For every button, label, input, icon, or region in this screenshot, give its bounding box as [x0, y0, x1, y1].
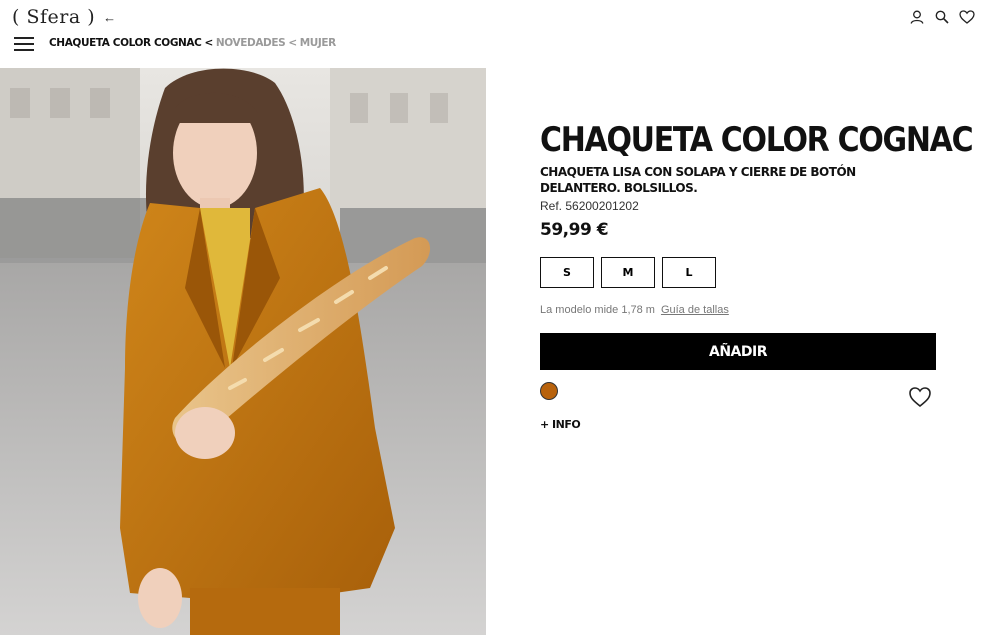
product-title: CHAQUETA COLOR COGNAC: [540, 120, 974, 161]
product-reference: Ref. 56200201202: [540, 199, 639, 213]
size-guide-link[interactable]: Guía de tallas: [661, 304, 729, 316]
breadcrumb-current: CHAQUETA COLOR COGNAC: [49, 37, 202, 49]
hamburger-menu-icon[interactable]: [14, 37, 34, 51]
model-height-text: La modelo mide 1,78 m: [540, 304, 655, 316]
size-l-button[interactable]: L: [662, 257, 716, 288]
user-icon[interactable]: [908, 8, 925, 25]
product-photo-illustration: [0, 68, 486, 635]
search-icon[interactable]: [933, 8, 950, 25]
product-photo[interactable]: [0, 68, 486, 635]
breadcrumb-mujer[interactable]: MUJER: [300, 37, 337, 49]
logo[interactable]: ( Sfera ) ←: [12, 3, 116, 31]
breadcrumb-separator: <: [204, 37, 213, 49]
heart-icon[interactable]: [958, 8, 975, 25]
logo-text: ( Sfera ): [12, 6, 96, 28]
size-s-button[interactable]: S: [540, 257, 594, 288]
wishlist-heart-icon[interactable]: [908, 386, 932, 408]
more-info-link[interactable]: + INFO: [540, 418, 581, 431]
product-description: CHAQUETA LISA CON SOLAPA Y CIERRE DE BOT…: [540, 165, 856, 195]
color-swatch-cognac[interactable]: [540, 382, 558, 400]
add-to-cart-button[interactable]: AÑADIR: [540, 333, 936, 370]
model-size-note: La modelo mide 1,78 m Guía de tallas: [540, 304, 729, 316]
breadcrumb-novedades[interactable]: NOVEDADES: [216, 37, 286, 49]
size-m-button[interactable]: M: [601, 257, 655, 288]
header-icons: [908, 8, 975, 25]
back-arrow-icon[interactable]: ←: [103, 10, 116, 25]
product-price: 59,99 €: [540, 220, 609, 240]
breadcrumb-separator: <: [288, 37, 297, 49]
size-selector: S M L: [540, 257, 716, 288]
breadcrumb: CHAQUETA COLOR COGNAC < NOVEDADES < MUJE…: [49, 37, 336, 49]
product-info: CHAQUETA COLOR COGNAC CHAQUETA LISA CON …: [540, 120, 974, 240]
